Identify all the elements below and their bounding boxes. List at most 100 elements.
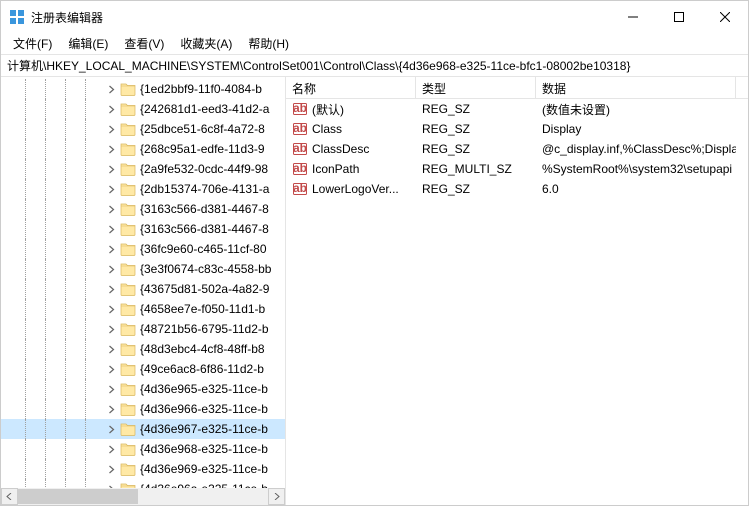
tree-item[interactable]: {2db15374-706e-4131-a: [1, 179, 285, 199]
tree-item[interactable]: {4d36e966-e325-11ce-b: [1, 399, 285, 419]
chevron-right-icon[interactable]: [104, 142, 118, 156]
string-value-icon: ab: [292, 181, 308, 197]
tree-item[interactable]: {4d36e967-e325-11ce-b: [1, 419, 285, 439]
chevron-right-icon[interactable]: [104, 82, 118, 96]
values-list[interactable]: ab(默认)REG_SZ(数值未设置)abClassREG_SZDisplaya…: [286, 99, 748, 505]
chevron-right-icon[interactable]: [104, 282, 118, 296]
menu-file[interactable]: 文件(F): [5, 33, 60, 54]
value-type: REG_MULTI_SZ: [416, 162, 536, 176]
scroll-thumb[interactable]: [18, 489, 138, 504]
folder-icon: [120, 462, 136, 476]
registry-tree[interactable]: {1ed2bbf9-11f0-4084-b {242681d1-eed3-41d2…: [1, 77, 285, 488]
maximize-button[interactable]: [656, 1, 702, 33]
tree-item-label: {43675d81-502a-4a82-9: [140, 282, 269, 296]
menu-help[interactable]: 帮助(H): [240, 33, 297, 54]
tree-item[interactable]: {4d36e965-e325-11ce-b: [1, 379, 285, 399]
value-row[interactable]: ab(默认)REG_SZ(数值未设置): [286, 99, 748, 119]
tree-item[interactable]: {4d36e968-e325-11ce-b: [1, 439, 285, 459]
value-type: REG_SZ: [416, 122, 536, 136]
tree-item[interactable]: {36fc9e60-c465-11cf-80: [1, 239, 285, 259]
string-value-icon: ab: [292, 161, 308, 177]
folder-icon: [120, 402, 136, 416]
value-type: REG_SZ: [416, 102, 536, 116]
tree-scrollbar[interactable]: [1, 488, 285, 505]
menu-view[interactable]: 查看(V): [116, 33, 172, 54]
tree-item-label: {4d36e968-e325-11ce-b: [140, 442, 268, 456]
chevron-right-icon[interactable]: [104, 322, 118, 336]
address-bar[interactable]: 计算机\HKEY_LOCAL_MACHINE\SYSTEM\ControlSet…: [1, 55, 748, 77]
chevron-right-icon[interactable]: [104, 342, 118, 356]
tree-item[interactable]: {25dbce51-6c8f-4a72-8: [1, 119, 285, 139]
title-bar: 注册表编辑器: [1, 1, 748, 33]
tree-item-label: {48d3ebc4-4cf8-48ff-b8: [140, 342, 265, 356]
tree-item-label: {2db15374-706e-4131-a: [140, 182, 269, 196]
chevron-right-icon[interactable]: [104, 182, 118, 196]
scroll-right-button[interactable]: [268, 488, 285, 505]
tree-item[interactable]: {1ed2bbf9-11f0-4084-b: [1, 79, 285, 99]
chevron-right-icon[interactable]: [104, 382, 118, 396]
tree-item[interactable]: {4d36e96a-e325-11ce-b: [1, 479, 285, 488]
chevron-right-icon[interactable]: [104, 202, 118, 216]
column-header-type[interactable]: 类型: [416, 77, 536, 98]
chevron-right-icon[interactable]: [104, 442, 118, 456]
tree-item[interactable]: {3e3f0674-c83c-4558-bb: [1, 259, 285, 279]
tree-item-label: {2a9fe532-0cdc-44f9-98: [140, 162, 268, 176]
minimize-button[interactable]: [610, 1, 656, 33]
scroll-track[interactable]: [18, 488, 268, 505]
window-controls: [610, 1, 748, 33]
tree-item-label: {4d36e969-e325-11ce-b: [140, 462, 268, 476]
tree-item[interactable]: {43675d81-502a-4a82-9: [1, 279, 285, 299]
chevron-right-icon[interactable]: [104, 302, 118, 316]
folder-icon: [120, 382, 136, 396]
value-name-cell: ab ClassDesc: [286, 141, 416, 157]
value-name: Class: [312, 122, 342, 136]
value-row[interactable]: abClassREG_SZDisplay: [286, 119, 748, 139]
menu-favorites[interactable]: 收藏夹(A): [172, 33, 240, 54]
tree-item[interactable]: {3163c566-d381-4467-8: [1, 219, 285, 239]
tree-item-label: {1ed2bbf9-11f0-4084-b: [140, 82, 262, 96]
svg-text:ab: ab: [293, 141, 307, 155]
folder-icon: [120, 262, 136, 276]
value-row[interactable]: abLowerLogoVer...REG_SZ6.0: [286, 179, 748, 199]
value-name: ClassDesc: [312, 142, 369, 156]
tree-item[interactable]: {242681d1-eed3-41d2-a: [1, 99, 285, 119]
tree-item[interactable]: {2a9fe532-0cdc-44f9-98: [1, 159, 285, 179]
tree-item[interactable]: {268c95a1-edfe-11d3-9: [1, 139, 285, 159]
chevron-right-icon[interactable]: [104, 402, 118, 416]
tree-item-label: {49ce6ac8-6f86-11d2-b: [140, 362, 264, 376]
tree-item[interactable]: {4658ee7e-f050-11d1-b: [1, 299, 285, 319]
folder-icon: [120, 442, 136, 456]
chevron-right-icon[interactable]: [104, 462, 118, 476]
tree-item-label: {268c95a1-edfe-11d3-9: [140, 142, 265, 156]
tree-item-label: {242681d1-eed3-41d2-a: [140, 102, 269, 116]
value-name-cell: abLowerLogoVer...: [286, 181, 416, 197]
tree-item-label: {4658ee7e-f050-11d1-b: [140, 302, 265, 316]
tree-item[interactable]: {4d36e969-e325-11ce-b: [1, 459, 285, 479]
column-header-name[interactable]: 名称: [286, 77, 416, 98]
chevron-right-icon[interactable]: [104, 262, 118, 276]
close-button[interactable]: [702, 1, 748, 33]
chevron-right-icon[interactable]: [104, 242, 118, 256]
value-row[interactable]: abIconPathREG_MULTI_SZ%SystemRoot%\syste…: [286, 159, 748, 179]
chevron-right-icon[interactable]: [104, 122, 118, 136]
tree-item[interactable]: {48721b56-6795-11d2-b: [1, 319, 285, 339]
column-header-data[interactable]: 数据: [536, 77, 736, 98]
tree-item[interactable]: {49ce6ac8-6f86-11d2-b: [1, 359, 285, 379]
tree-item-label: {3163c566-d381-4467-8: [140, 202, 269, 216]
value-name-cell: ab(默认): [286, 101, 416, 118]
chevron-right-icon[interactable]: [104, 422, 118, 436]
tree-item[interactable]: {3163c566-d381-4467-8: [1, 199, 285, 219]
chevron-right-icon[interactable]: [104, 162, 118, 176]
chevron-right-icon[interactable]: [104, 222, 118, 236]
folder-icon: [120, 102, 136, 116]
value-row[interactable]: abClassDescREG_SZ@c_display.inf,%ClassDe…: [286, 139, 748, 159]
folder-icon: [120, 342, 136, 356]
chevron-right-icon[interactable]: [104, 102, 118, 116]
folder-icon: [120, 242, 136, 256]
menu-edit[interactable]: 编辑(E): [60, 33, 116, 54]
tree-item[interactable]: {48d3ebc4-4cf8-48ff-b8: [1, 339, 285, 359]
scroll-left-button[interactable]: [1, 488, 18, 505]
tree-item-label: {3163c566-d381-4467-8: [140, 222, 269, 236]
folder-icon: [120, 82, 136, 96]
chevron-right-icon[interactable]: [104, 362, 118, 376]
